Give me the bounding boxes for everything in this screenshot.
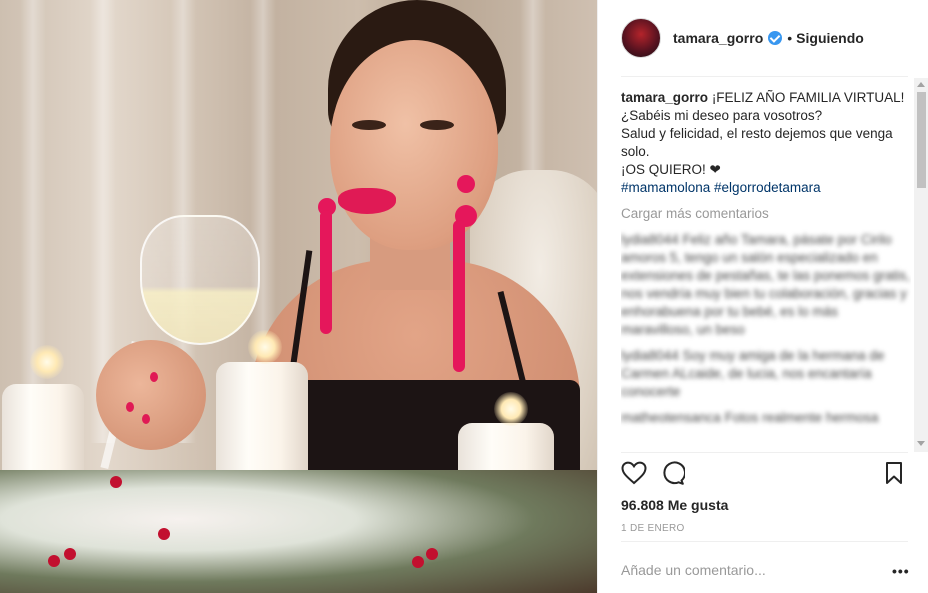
- caption-username[interactable]: tamara_gorro: [621, 90, 708, 105]
- photo-earring-right-tassel: [453, 220, 465, 372]
- comment-item: matheotensanca Fotos realmente hermosa: [621, 410, 879, 425]
- photo-nail: [126, 402, 134, 412]
- comments-list[interactable]: tamara_gorro ¡FELIZ AÑO FAMILIA VIRTUAL!…: [621, 89, 911, 451]
- caption-hashtags[interactable]: #mamamolona #elgorrodetamara: [621, 180, 821, 195]
- photo-berry: [412, 556, 424, 568]
- photo-hand: [96, 340, 206, 450]
- post-photo[interactable]: [0, 0, 597, 593]
- photo-berry: [64, 548, 76, 560]
- header-divider: [621, 76, 908, 77]
- add-comment-input[interactable]: Añade un comentario...: [621, 562, 766, 578]
- photo-berry: [426, 548, 438, 560]
- scroll-down-arrow-icon[interactable]: [917, 441, 925, 446]
- more-options-button[interactable]: •••: [892, 563, 910, 579]
- photo-candle-flame: [494, 392, 528, 426]
- comment-item: lydia8044 Soy muy amiga de la hermana de…: [621, 348, 885, 399]
- caption-line: ¡FELIZ AÑO FAMILIA VIRTUAL!: [711, 90, 905, 105]
- scroll-up-arrow-icon[interactable]: [917, 82, 925, 87]
- comments-scrollbar-thumb[interactable]: [917, 92, 926, 188]
- photo-berry: [110, 476, 122, 488]
- photo-wine-glass: [140, 215, 260, 345]
- photo-lips: [338, 188, 396, 214]
- comment-item: lydia8044 Feliz año Tamara, pásate por C…: [621, 232, 910, 337]
- post-actions: [621, 461, 911, 491]
- author-username[interactable]: tamara_gorro: [673, 30, 763, 46]
- post-header: tamara_gorro • Siguiendo: [598, 0, 928, 76]
- comment-box-divider: [621, 541, 908, 542]
- photo-earring-right: [457, 175, 475, 193]
- heart-icon[interactable]: [621, 461, 647, 490]
- actions-divider: [621, 452, 908, 453]
- photo-berry: [48, 555, 60, 567]
- caption: tamara_gorro ¡FELIZ AÑO FAMILIA VIRTUAL!…: [621, 89, 911, 197]
- author-info: tamara_gorro • Siguiendo: [673, 30, 864, 46]
- photo-eye-left: [352, 120, 386, 130]
- load-more-comments-button[interactable]: Cargar más comentarios: [621, 205, 911, 223]
- caption-line: ¡OS QUIERO! ❤: [621, 162, 721, 177]
- caption-line: ¿Sabéis mi deseo para vosotros?: [621, 108, 823, 123]
- header-separator: •: [787, 30, 793, 46]
- photo-berry: [158, 528, 170, 540]
- caption-line: Salud y felicidad, el resto dejemos que …: [621, 126, 893, 159]
- follow-status-button[interactable]: Siguiendo: [796, 30, 864, 46]
- photo-candle-flame: [248, 330, 282, 364]
- photo-nail: [142, 414, 150, 424]
- bookmark-icon[interactable]: [885, 461, 903, 490]
- comment-icon[interactable]: [661, 461, 686, 490]
- post-date[interactable]: 1 DE ENERO: [621, 523, 685, 534]
- photo-candle-flame: [30, 345, 64, 379]
- post-sidebar: tamara_gorro • Siguiendo tamara_gorro ¡F…: [597, 0, 928, 593]
- author-avatar[interactable]: [621, 18, 661, 58]
- verified-badge-icon: [768, 31, 783, 45]
- photo-snowy-wreath: [0, 470, 597, 593]
- photo-earring-left-tassel: [320, 210, 332, 334]
- photo-eye-right: [420, 120, 454, 130]
- likes-count[interactable]: 96.808 Me gusta: [621, 497, 728, 513]
- photo-nail: [150, 372, 158, 382]
